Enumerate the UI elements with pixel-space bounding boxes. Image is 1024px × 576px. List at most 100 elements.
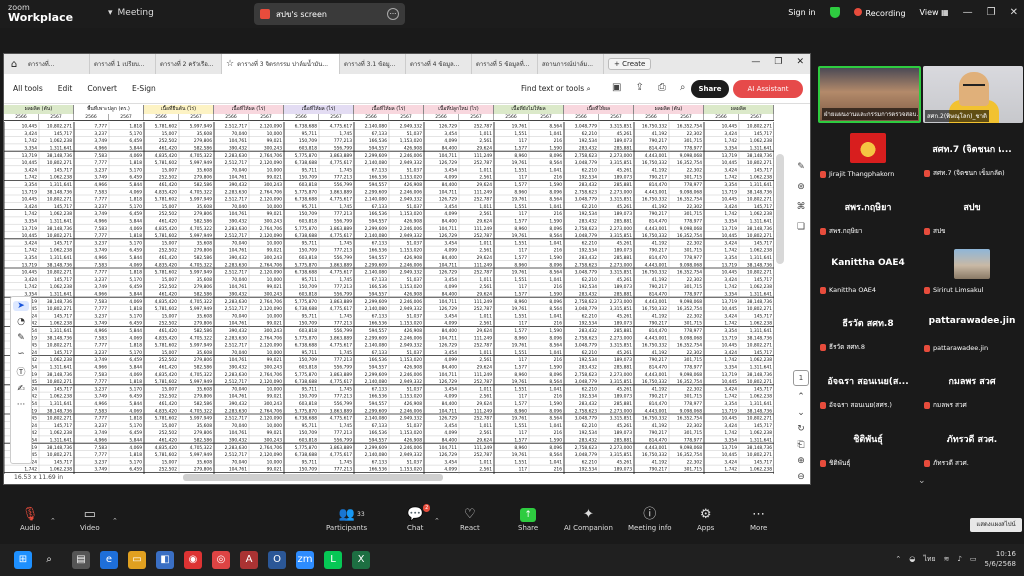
search-taskbar-icon[interactable]: ⌕: [40, 551, 58, 569]
vertical-scrollbar[interactable]: [776, 154, 784, 264]
menu-convert[interactable]: Convert: [87, 84, 117, 93]
outlook-icon[interactable]: O: [268, 551, 286, 569]
acrobat-taskbar-icon[interactable]: A: [240, 551, 258, 569]
doc-tab-4[interactable]: ตารางที่ 3.1 ข้อมู...: [340, 54, 406, 74]
video-button[interactable]: ▭ Video: [80, 506, 100, 532]
doc-tab-5[interactable]: ตารางที่ 4 ข้อมูล...: [406, 54, 472, 74]
create-tab-button[interactable]: + Create: [608, 58, 652, 70]
recording-indicator[interactable]: Recording: [853, 7, 906, 18]
meeting-menu[interactable]: ▾ Meeting: [108, 8, 154, 18]
menu-edit[interactable]: Edit: [58, 84, 73, 93]
page-down-icon[interactable]: ⌄: [797, 408, 805, 418]
wifi-icon[interactable]: ≋: [944, 555, 950, 563]
horizontal-scrollbar[interactable]: [183, 474, 443, 481]
participant-tile[interactable]: ภัทรวดี สวศ. ภัทรวดี สวศ.: [922, 416, 1022, 470]
volume-icon[interactable]: ♪: [957, 555, 961, 563]
bookmark-icon[interactable]: ⌘: [797, 202, 806, 212]
select-cursor-icon[interactable]: ➤: [13, 301, 29, 311]
doc-tab-7[interactable]: สถานการณ์ปาล์ม...: [538, 54, 604, 74]
network-icon[interactable]: ◒: [909, 555, 915, 563]
upload-icon[interactable]: ⇪: [635, 82, 643, 93]
zoom-in-icon[interactable]: ⊕: [797, 456, 805, 466]
encryption-shield-icon[interactable]: [829, 7, 840, 18]
screen-share-indicator[interactable]: สปข's screen ···: [254, 3, 405, 25]
doc-tab-6[interactable]: ตารางที่ 5 ข้อมูลที่...: [472, 54, 538, 74]
participant-tile[interactable]: Sirirut Limsakul: [922, 242, 1022, 296]
page-up-icon[interactable]: ⌃: [797, 392, 805, 402]
excel-icon[interactable]: X: [352, 551, 370, 569]
restore-icon[interactable]: ❐: [987, 7, 996, 18]
language-indicator[interactable]: ไทย: [923, 554, 935, 565]
video-options-chevron-icon[interactable]: ⌃: [112, 517, 118, 525]
comment-icon[interactable]: ✎: [797, 162, 805, 172]
share-options-icon[interactable]: ···: [387, 8, 399, 20]
audio-button[interactable]: 🎙 Audio: [20, 506, 40, 532]
more-button[interactable]: ⋯ More: [750, 506, 767, 532]
link-icon[interactable]: ⊛: [797, 182, 805, 192]
participants-button[interactable]: 👥 33 Participants: [326, 506, 367, 532]
participant-tile[interactable]: อัจฉรา สอนเนย(ส... อัจฉรา สอนเนย(สศร.): [818, 358, 918, 412]
participant-tile[interactable]: Kanittha OAE4 Kanittha OAE4: [818, 242, 918, 296]
clock[interactable]: 10:16 5/6/2568: [985, 549, 1016, 569]
react-button[interactable]: ♡ React: [460, 506, 480, 532]
gallery-scroll-down-icon[interactable]: ⌄: [918, 476, 926, 486]
doc-tab-active[interactable]: ☆ ตารางที่ 3 จิตรกรรม ปาล์มน้ำมัน...: [222, 54, 340, 74]
acrobat-share-button[interactable]: Share: [691, 80, 729, 98]
participant-tile[interactable]: Jirajit Thangphakorn: [818, 126, 918, 180]
participant-tile[interactable]: สพร.กฤษิยา สพร.กฤษิยา: [818, 184, 918, 238]
acrobat-close-icon[interactable]: ✕: [796, 57, 804, 67]
ai-companion-button[interactable]: ✦ AI Companion: [564, 506, 613, 532]
print-icon[interactable]: ⎙: [658, 82, 666, 93]
video-tile-person[interactable]: สศก.2(พิษณุโลก)_ชาติ: [923, 66, 1023, 123]
minimize-icon[interactable]: —: [963, 7, 973, 18]
more-tools-icon[interactable]: ···: [17, 400, 26, 410]
comment-add-icon[interactable]: ◔: [17, 317, 25, 327]
menu-esign[interactable]: E-Sign: [132, 84, 156, 93]
participant-tile[interactable]: ธีรวัต สศท.8 ธีรวัต สศท.8: [818, 300, 918, 354]
zoom-taskbar-icon[interactable]: zm: [296, 551, 314, 569]
menu-all-tools[interactable]: All tools: [13, 84, 43, 93]
chat-button[interactable]: 💬 2 Chat: [407, 504, 431, 532]
find-tools-search[interactable]: Find text or tools ⌕: [521, 84, 591, 94]
participant-tile[interactable]: ชิติพันธุ์ ชิติพันธุ์: [818, 416, 918, 470]
stamp-icon[interactable]: ✍: [17, 384, 25, 394]
doc-tab-0[interactable]: ตารางที่...: [24, 54, 90, 74]
ai-assistant-button[interactable]: AI Assistant: [733, 80, 803, 98]
participant-tile[interactable]: pattarawadee.jin pattarawadee.jin: [922, 300, 1022, 354]
apps-button[interactable]: ⚙ Apps: [697, 506, 714, 532]
audio-options-chevron-icon[interactable]: ⌃: [50, 517, 56, 525]
line-icon[interactable]: L: [324, 551, 342, 569]
share-button[interactable]: ↑ Share: [518, 506, 538, 532]
home-icon[interactable]: ⌂: [4, 59, 24, 70]
store-icon[interactable]: ◧: [156, 551, 174, 569]
text-box-icon[interactable]: Ⓣ: [16, 365, 25, 378]
chat-options-chevron-icon[interactable]: ⌃: [434, 517, 440, 525]
task-view-icon[interactable]: ▤: [72, 551, 90, 569]
view-menu[interactable]: View ▦: [920, 8, 949, 17]
search-doc-icon[interactable]: ⌕: [680, 82, 686, 93]
sign-in-link[interactable]: Sign in: [788, 8, 815, 17]
chrome-icon[interactable]: ◎: [212, 551, 230, 569]
doc-tab-2[interactable]: ตารางที่ 2 ครัวเรือ...: [156, 54, 222, 74]
battery-icon[interactable]: ▭: [970, 555, 977, 563]
page-number[interactable]: 1: [793, 370, 809, 386]
star-icon[interactable]: ☆: [226, 59, 234, 69]
participant-tile[interactable]: กมลพร สวศ กมลพร สวศ: [922, 358, 1022, 412]
app-icon[interactable]: ◉: [184, 551, 202, 569]
doc-tab-1[interactable]: ตารางที่ 1 เปรียบ...: [90, 54, 156, 74]
draw-icon[interactable]: ∽: [17, 349, 25, 359]
save-icon[interactable]: ▣: [612, 82, 621, 93]
edge-icon[interactable]: e: [100, 551, 118, 569]
tray-chevron-icon[interactable]: ⌃: [895, 555, 901, 563]
participant-tile[interactable]: สปข สปข: [922, 184, 1022, 238]
meeting-info-button[interactable]: ⓘ Meeting info: [628, 506, 672, 532]
close-icon[interactable]: ✕: [1010, 7, 1018, 18]
acrobat-minimize-icon[interactable]: —: [751, 57, 760, 67]
acrobat-restore-icon[interactable]: ❐: [774, 57, 782, 67]
extract-icon[interactable]: ⎗: [797, 440, 804, 450]
highlight-pen-icon[interactable]: ✎: [17, 333, 25, 343]
zoom-out-icon[interactable]: ⊖: [797, 472, 805, 482]
windows-start-icon[interactable]: ⊞: [14, 551, 32, 569]
file-explorer-icon[interactable]: ▭: [128, 551, 146, 569]
participant-tile[interactable]: สศท.7 (จิตชนก เ... สศท.7 (จิตชนก เข็มกลัด…: [922, 126, 1022, 180]
